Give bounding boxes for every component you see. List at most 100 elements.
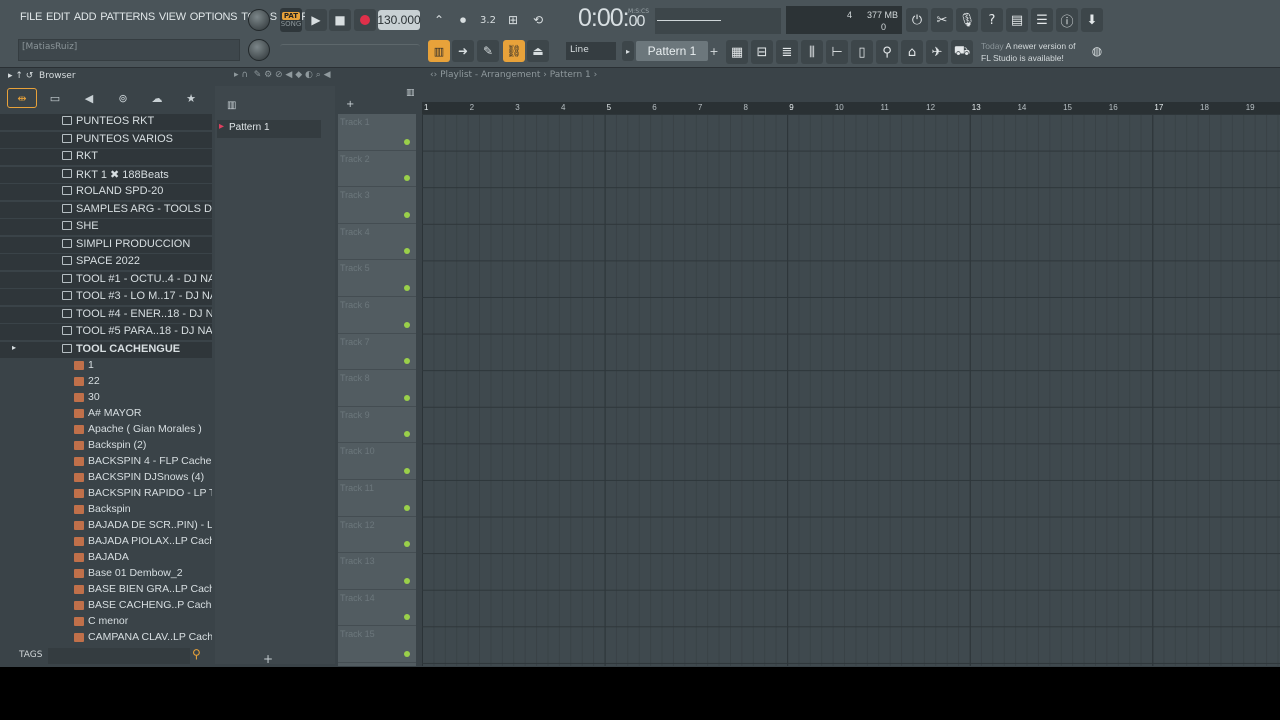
browser-folder[interactable]: TOOL CACHENGUE ▸ <box>0 341 212 358</box>
track-header[interactable]: Track 3 <box>338 187 416 224</box>
playlist-icon[interactable]: ▦ <box>726 40 748 64</box>
browser-file[interactable]: Apache ( Gian Morales ) <box>0 422 212 438</box>
track-mute-led[interactable] <box>404 541 410 548</box>
master-slider[interactable] <box>280 44 420 56</box>
track-header[interactable]: Track 7 <box>338 334 416 371</box>
countdown-icon[interactable]: 3.2 <box>477 9 499 31</box>
track-mute-led[interactable] <box>404 284 410 291</box>
save-icon[interactable]: ▤ <box>1006 8 1028 32</box>
hint-icon[interactable]: ✈ <box>926 40 948 64</box>
browser-file[interactable]: BACKSPIN DJSnows (4) <box>0 470 212 486</box>
browser-folder[interactable]: TOOL #3 - LO M..17 - DJ NAICKY <box>0 289 212 305</box>
add-pattern-plus[interactable]: + <box>263 652 273 666</box>
browser-folder[interactable]: PUNTEOS VARIOS <box>0 131 212 148</box>
arrow-right-icon[interactable]: ➜ <box>452 40 474 62</box>
browser-file[interactable]: 30 <box>0 390 212 406</box>
track-header[interactable]: Track 6 <box>338 297 416 334</box>
microphone-icon[interactable]: 🎙 <box>956 8 978 32</box>
master-volume-knob[interactable] <box>248 9 270 31</box>
browser-file[interactable]: C menor <box>0 614 212 630</box>
track-mute-led[interactable] <box>404 650 410 657</box>
mixer-strip-icon[interactable]: ☰ <box>1031 8 1053 32</box>
power-icon[interactable]: ⏻ <box>906 8 928 32</box>
track-header[interactable]: Track 15 <box>338 626 416 663</box>
track-mute-led[interactable] <box>404 321 410 328</box>
add-track-icon[interactable]: + <box>346 99 354 110</box>
favorites-tab-icon[interactable]: ★ <box>176 88 206 108</box>
track-mute-led[interactable] <box>404 248 410 255</box>
pattern-item[interactable]: Pattern 1 <box>217 120 321 138</box>
help-icon[interactable]: ? <box>981 8 1003 32</box>
project-browser-icon[interactable]: ⊢ <box>826 40 848 64</box>
shop-icon[interactable]: ⛟ <box>951 40 973 64</box>
file-icon[interactable]: ▯ <box>851 40 873 64</box>
browser-folder[interactable]: SPACE 2022 <box>0 254 212 270</box>
arrangement-grid[interactable] <box>422 114 1280 666</box>
track-mute-led[interactable] <box>404 211 410 218</box>
browser-file[interactable]: BAJADA DE SCR..PIN) - LP TEAM <box>0 518 212 534</box>
pattern-mode-icon[interactable]: ▥ <box>406 88 415 98</box>
record-button[interactable] <box>354 9 376 31</box>
browser-folder[interactable]: ROLAND SPD-20 <box>0 184 212 200</box>
browser-folder[interactable]: RKT 1 ✖ 188Beats <box>0 166 212 183</box>
track-header[interactable]: Track 9 <box>338 407 416 444</box>
menu-edit[interactable]: EDIT <box>46 11 70 23</box>
track-mute-led[interactable] <box>404 467 410 474</box>
stamp-icon[interactable]: ⏏ <box>527 40 549 62</box>
pat-song-toggle[interactable]: PAT SONG <box>280 8 302 32</box>
track-mute-led[interactable] <box>404 358 410 365</box>
plugin-picker-icon[interactable]: ⚲ <box>876 40 898 64</box>
browser-file[interactable]: BACKSPIN RAPIDO - LP TEAM <box>0 486 212 502</box>
track-mute-led[interactable] <box>404 138 410 145</box>
pattern-selector[interactable]: Pattern 1 <box>636 41 708 61</box>
metronome-icon[interactable]: ⌃ <box>428 9 450 31</box>
piano-roll-icon[interactable]: ⊟ <box>751 40 773 64</box>
track-header[interactable]: Track 4 <box>338 224 416 261</box>
browser-file[interactable]: BASE BIEN GRA..LP Cachenguex <box>0 582 212 598</box>
prev-pattern-icon[interactable]: ▸ <box>622 41 634 61</box>
browser-folder[interactable]: SAMPLES ARG - TOOLS DJ ALEX <box>0 201 212 218</box>
browser-folder[interactable]: SIMPLI PRODUCCION <box>0 236 212 253</box>
wait-input-icon[interactable]: ⏺ <box>452 9 474 31</box>
channel-rack-icon[interactable]: ≣ <box>776 40 798 64</box>
browser-folder[interactable]: RKT <box>0 149 212 165</box>
mixer-icon[interactable]: ⫼ <box>801 40 823 64</box>
touch-keyboard-icon[interactable]: ⌂ <box>901 40 923 64</box>
add-pattern-button[interactable]: + <box>708 41 720 61</box>
browser-folder[interactable]: SHE <box>0 219 212 235</box>
playlist-options-icon[interactable]: ▸ ∩ ✎ ⚙ ⊘ ◀ ◆ ◐ ⌕ ◀ <box>234 70 331 80</box>
browser-file[interactable]: Backspin (2) <box>0 438 212 454</box>
browser-file[interactable]: Backspin <box>0 502 212 518</box>
cloud-tab-icon[interactable]: ☁ <box>142 88 172 108</box>
info-icon[interactable]: ⓘ <box>1056 8 1078 32</box>
blend-notes-icon[interactable]: ⊞ <box>502 9 524 31</box>
tempo-display[interactable]: 130.000 <box>377 10 421 30</box>
browser-folder[interactable]: TOOL #1 - OCTU..4 - DJ NAICKY <box>0 271 212 288</box>
browser-file[interactable]: Base 01 Dembow_2 <box>0 566 212 582</box>
menu-add[interactable]: ADD <box>74 11 97 23</box>
track-mute-led[interactable] <box>404 431 410 438</box>
menu-view[interactable]: VIEW <box>159 11 186 23</box>
stop-button[interactable]: ■ <box>329 9 351 31</box>
news-panel[interactable]: Today A newer version of FL Studio is av… <box>981 40 1076 64</box>
browser-file[interactable]: BACKSPIN 4 - FLP Cachenguex <box>0 454 212 470</box>
track-header[interactable]: Track 12 <box>338 517 416 554</box>
track-header[interactable]: Track 11 <box>338 480 416 517</box>
menu-file[interactable]: FILE <box>20 11 42 23</box>
browser-file[interactable]: BAJADA PIOLAX..LP Cachenguex <box>0 534 212 550</box>
browser-folder[interactable]: PUNTEOS RKT <box>0 114 212 130</box>
speaker-tab-icon[interactable]: ◀ <box>74 88 104 108</box>
track-header[interactable]: Track 10 <box>338 443 416 480</box>
pencil-icon[interactable]: ✎ <box>477 40 499 62</box>
browser-file[interactable]: BASE CACHENG..P Cachenguex <box>0 598 212 614</box>
browser-file[interactable]: 22 <box>0 374 212 390</box>
track-mute-led[interactable] <box>404 614 410 621</box>
playlist-snap-icon[interactable]: ▥ <box>428 40 450 62</box>
tags-search-input[interactable] <box>48 648 190 664</box>
menu-patterns[interactable]: PATTERNS <box>100 11 155 23</box>
expand-arrow-icon[interactable]: ▸ <box>12 343 16 352</box>
tools-icon[interactable]: ✂ <box>931 8 953 32</box>
browser-file[interactable]: A# MAYOR <box>0 406 212 422</box>
track-header[interactable]: Track 13 <box>338 553 416 590</box>
master-pitch-knob[interactable] <box>248 39 270 61</box>
